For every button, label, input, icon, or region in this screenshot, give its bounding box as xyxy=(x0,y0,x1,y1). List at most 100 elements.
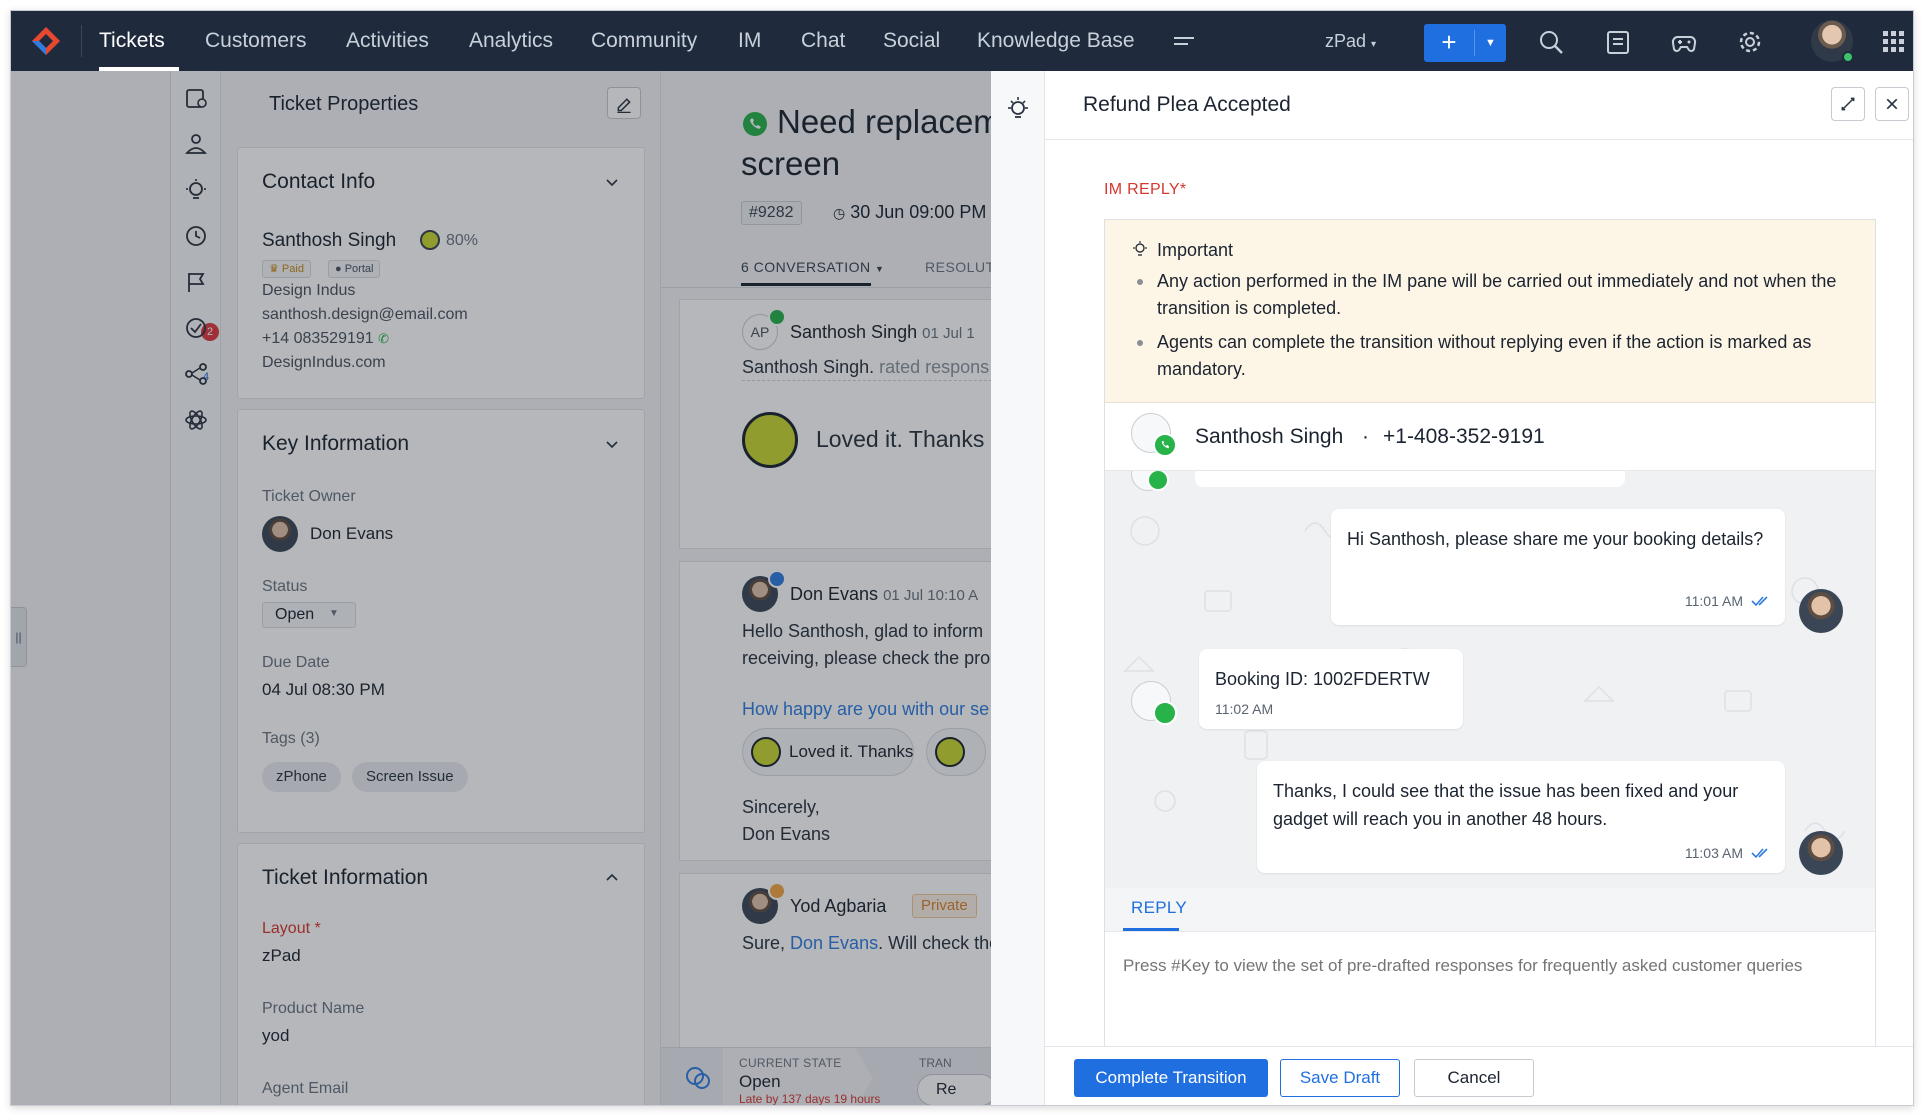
tab-im[interactable]: IM xyxy=(738,11,761,71)
flag-icon[interactable] xyxy=(183,269,209,295)
product-name-value[interactable]: yod xyxy=(262,1026,289,1046)
chat-messages-area[interactable]: Hi Santhosh, please share me your bookin… xyxy=(1105,471,1875,888)
chevron-up-icon[interactable] xyxy=(606,872,618,884)
contact-name[interactable]: Santhosh Singh xyxy=(262,230,396,252)
happiness-rating: 80% xyxy=(446,232,479,249)
separator-dot: · xyxy=(1362,425,1369,448)
ticket-subject-continued: screen xyxy=(741,145,841,182)
online-status-dot xyxy=(1842,51,1854,63)
tag-chip[interactable]: Screen Issue xyxy=(352,762,468,792)
chat-bubbles-icon[interactable] xyxy=(683,1064,713,1092)
whatsapp-icon xyxy=(768,308,786,326)
contact-phone[interactable]: +14 083529191 ✆ xyxy=(262,330,389,348)
due-date-value[interactable]: 04 Jul 08:30 PM xyxy=(262,680,385,700)
mention-link[interactable]: Don Evans xyxy=(790,933,878,953)
contact-website[interactable]: DesignIndus.com xyxy=(262,354,386,372)
chat-contact-name: Santhosh Singh xyxy=(1195,425,1344,448)
more-tabs-icon[interactable] xyxy=(1174,33,1196,49)
portal-label: Portal xyxy=(344,263,374,275)
card-heading: Key Information xyxy=(262,432,410,455)
owner-label: Ticket Owner xyxy=(262,488,356,505)
transition-button[interactable]: Re xyxy=(917,1074,991,1105)
feedback-option[interactable]: Loved it. Thanks xyxy=(742,728,914,776)
tab-knowledge-base[interactable]: Knowledge Base xyxy=(977,11,1135,71)
history-icon[interactable] xyxy=(183,223,209,249)
double-check-icon xyxy=(1751,848,1768,859)
tag-chip[interactable]: zPhone xyxy=(262,762,341,792)
tab-reply[interactable]: REPLY xyxy=(1131,898,1187,918)
ticket-information-card: Ticket Information Layout * zPad Product… xyxy=(237,843,645,1105)
tab-tickets[interactable]: Tickets xyxy=(99,11,165,71)
expand-icon[interactable] xyxy=(1831,87,1865,121)
status-select[interactable]: Open ▼ xyxy=(262,602,356,628)
app-grid-icon[interactable] xyxy=(1881,29,1907,55)
tab-social[interactable]: Social xyxy=(883,11,940,71)
phone-number: +14 083529191 xyxy=(262,330,374,347)
gamepad-icon[interactable] xyxy=(1671,29,1697,55)
app-logo-icon[interactable] xyxy=(29,25,63,59)
cancel-button[interactable]: Cancel xyxy=(1414,1059,1534,1097)
chevron-down-icon[interactable] xyxy=(606,438,618,450)
agent-avatar xyxy=(1799,831,1843,875)
status-value: Open xyxy=(275,606,315,623)
tab-conversation[interactable]: 6 CONVERSATION ▼ xyxy=(741,259,884,275)
rating-note: rated respons xyxy=(874,357,990,377)
atom-icon[interactable] xyxy=(183,407,209,433)
user-avatar[interactable] xyxy=(1811,20,1854,63)
check-circle-icon[interactable] xyxy=(183,315,209,341)
department-name: zPad xyxy=(1325,31,1367,51)
thread-author: Santhosh Singh 01 Jul 1 xyxy=(790,322,975,343)
whatsapp-icon xyxy=(743,112,767,136)
share-icon[interactable] xyxy=(183,361,209,387)
chevron-down-icon[interactable]: ▼ xyxy=(1475,24,1506,62)
ticket-detail-background: || 2 4 Ticket Properties Contact Info Sa… xyxy=(11,71,991,1105)
clock-icon: ◷ xyxy=(833,205,846,221)
pane-expand-handle[interactable]: || xyxy=(11,607,27,667)
reply-input[interactable] xyxy=(1123,956,1863,976)
assistant-bot-icon[interactable] xyxy=(183,131,209,157)
tab-resolution[interactable]: RESOLUTI xyxy=(925,259,991,275)
save-draft-button[interactable]: Save Draft xyxy=(1280,1059,1400,1097)
blueprint-state-bar: CURRENT STATE Open Late by 137 days 19 h… xyxy=(661,1047,991,1105)
lightbulb-icon[interactable] xyxy=(183,177,209,203)
happiness-smiley-icon xyxy=(420,230,440,250)
conversation-column: Need replacem screen #9282 ◷ 30 Jun 09:0… xyxy=(661,71,991,1105)
current-state-value: Open xyxy=(739,1072,781,1091)
lightbulb-icon[interactable] xyxy=(1005,95,1031,121)
contact-company[interactable]: Design Indus xyxy=(262,282,355,300)
tab-activities[interactable]: Activities xyxy=(346,11,429,71)
comment-suffix: . Will check the xyxy=(878,933,991,953)
department-switcher[interactable]: zPad ▾ xyxy=(1325,11,1376,75)
important-notice: Important Any action performed in the IM… xyxy=(1105,220,1875,403)
gear-icon[interactable] xyxy=(1737,29,1763,55)
tab-customers[interactable]: Customers xyxy=(205,11,307,71)
owner-name[interactable]: Don Evans xyxy=(310,524,393,544)
reply-indicator-icon xyxy=(768,570,786,588)
new-record-button[interactable]: + ▼ xyxy=(1424,24,1506,62)
tab-chat[interactable]: Chat xyxy=(801,11,845,71)
ticket-icon-rail: 2 4 xyxy=(171,71,221,1105)
notes-icon[interactable] xyxy=(1605,29,1631,55)
rating-feedback: Loved it. Thanks xyxy=(816,426,985,452)
layout-label: Layout * xyxy=(262,920,321,937)
search-icon[interactable] xyxy=(1538,29,1564,55)
complete-transition-button[interactable]: Complete Transition xyxy=(1074,1059,1268,1097)
customer-message-bubble: Booking ID: 1002FDERTW 11:02 AM xyxy=(1199,649,1463,729)
thread-author: Don Evans 01 Jul 10:10 A xyxy=(790,584,978,605)
feedback-option-label: Loved it. Thanks xyxy=(789,742,914,761)
whatsapp-icon xyxy=(1153,433,1177,457)
feedback-option[interactable] xyxy=(926,728,986,776)
ticket-properties-icon[interactable] xyxy=(183,85,209,111)
notice-item: Any action performed in the IM pane will… xyxy=(1157,271,1837,318)
tab-community[interactable]: Community xyxy=(591,11,697,71)
layout-value[interactable]: zPad xyxy=(262,946,301,966)
im-reply-box: Important Any action performed in the IM… xyxy=(1104,219,1876,1105)
close-icon[interactable] xyxy=(1875,87,1909,121)
tab-analytics[interactable]: Analytics xyxy=(469,11,553,71)
ticket-subject: Need replacem xyxy=(777,103,991,140)
chevron-down-icon[interactable] xyxy=(606,176,618,188)
contact-email[interactable]: santhosh.design@email.com xyxy=(262,306,468,324)
edit-icon[interactable] xyxy=(607,87,641,119)
im-reply-label: IM REPLY* xyxy=(1104,181,1187,198)
message-text: Thanks, I could see that the issue has b… xyxy=(1273,781,1739,829)
